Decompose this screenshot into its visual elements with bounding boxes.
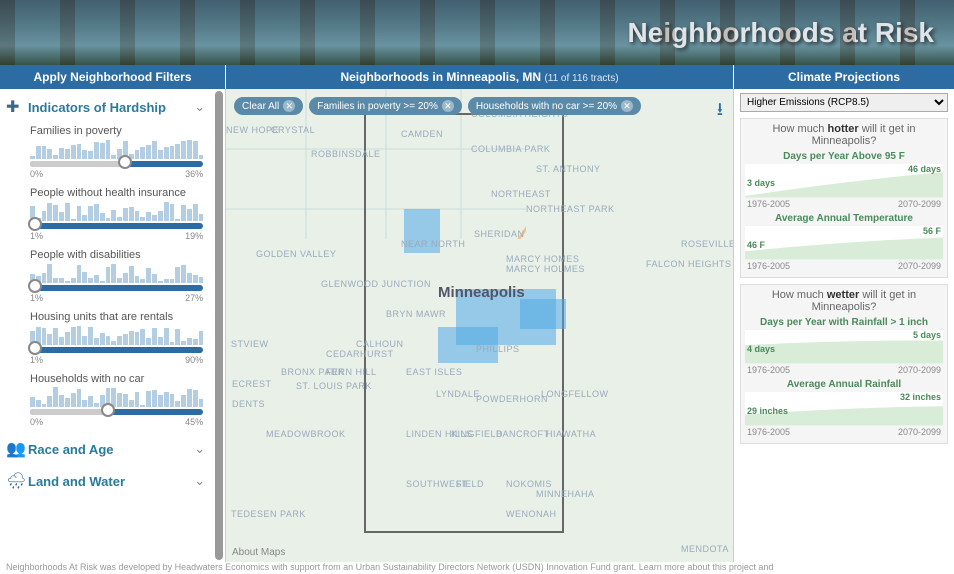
indicator-3: Housing units that are rentals 1% 90% <box>2 309 209 371</box>
chart-value-end: 32 inches <box>900 392 941 402</box>
slider-min: 0% <box>30 169 43 179</box>
section-hardship[interactable]: ✚ Indicators of Hardship ⌄ <box>2 91 209 123</box>
chart-title: Days per Year Above 95 F <box>745 151 943 162</box>
filter-pills: Clear All✕ Families in poverty >= 20%✕ H… <box>234 97 641 115</box>
close-icon: ✕ <box>442 100 454 112</box>
section-label: Race and Age <box>28 442 194 457</box>
map-header: Neighborhoods in Minneapolis, MN (11 of … <box>226 65 734 89</box>
chevron-down-icon: ⌄ <box>194 99 205 115</box>
filters-header: Apply Neighborhood Filters <box>0 65 226 89</box>
slider-handle[interactable] <box>28 341 42 355</box>
mini-chart: 3 days 46 days <box>745 164 943 198</box>
pill-nocar[interactable]: Households with no car >= 20%✕ <box>468 97 641 115</box>
slider[interactable] <box>30 285 203 291</box>
indicator-1: People without health insurance 1% 19% <box>2 185 209 247</box>
slider-max: 27% <box>185 293 203 303</box>
section-land-water[interactable]: 🌧 Land and Water ⌄ <box>2 465 209 497</box>
climate-header: Climate Projections <box>734 65 954 89</box>
mini-chart: 46 F 56 F <box>745 226 943 260</box>
chart-value-start: 3 days <box>747 178 775 188</box>
slider-handle[interactable] <box>28 279 42 293</box>
pill-clear-all[interactable]: Clear All✕ <box>234 97 303 115</box>
chart-value-start: 4 days <box>747 344 775 354</box>
slider[interactable] <box>30 409 203 415</box>
slider-max: 19% <box>185 231 203 241</box>
pill-poverty[interactable]: Families in poverty >= 20%✕ <box>309 97 462 115</box>
chart-value-end: 46 days <box>908 164 941 174</box>
indicator-0: Families in poverty 0% 36% <box>2 123 209 185</box>
indicator-label: Households with no car <box>30 373 203 385</box>
slider-min: 1% <box>30 355 43 365</box>
indicator-label: People with disabilities <box>30 249 203 261</box>
histogram <box>30 325 203 345</box>
chevron-down-icon: ⌄ <box>194 473 205 489</box>
people-icon: 👥 <box>6 439 28 459</box>
slider-max: 90% <box>185 355 203 365</box>
chart-axis-right: 2070-2099 <box>898 365 941 375</box>
indicator-2: People with disabilities 1% 27% <box>2 247 209 309</box>
chart-value-start: 46 F <box>747 240 765 250</box>
chevron-down-icon: ⌄ <box>194 441 205 457</box>
slider-max: 45% <box>185 417 203 427</box>
chart-axis-left: 1976-2005 <box>747 199 790 209</box>
indicator-label: People without health insurance <box>30 187 203 199</box>
climate-panel: Climate Projections Higher Emissions (RC… <box>734 65 954 562</box>
chart-title: Average Annual Rainfall <box>745 379 943 390</box>
histogram <box>30 263 203 283</box>
scrollbar[interactable] <box>215 91 223 560</box>
chart-axis-left: 1976-2005 <box>747 261 790 271</box>
indicator-label: Housing units that are rentals <box>30 311 203 323</box>
section-label: Indicators of Hardship <box>28 100 194 115</box>
slider-max: 36% <box>185 169 203 179</box>
slider-handle[interactable] <box>118 155 132 169</box>
chart-value-end: 5 days <box>913 330 941 340</box>
slider[interactable] <box>30 347 203 353</box>
chart-value-end: 56 F <box>923 226 941 236</box>
chart-axis-right: 2070-2099 <box>898 199 941 209</box>
chart-title: Days per Year with Rainfall > 1 inch <box>745 317 943 328</box>
slider-min: 1% <box>30 231 43 241</box>
indicator-4: Households with no car 0% 45% <box>2 371 209 433</box>
map-title: Neighborhoods in Minneapolis, MN <box>340 70 544 84</box>
header-banner: Neighborhoods at Risk <box>0 0 954 65</box>
map-canvas[interactable]: Minneapolis CREEKCAMDENCOLUMBIA PARKNORT… <box>226 89 734 562</box>
chart-axis-right: 2070-2099 <box>898 261 941 271</box>
slider[interactable] <box>30 161 203 167</box>
wetter-box: How much wetter will it get in Minneapol… <box>740 284 948 444</box>
map-panel: Neighborhoods in Minneapolis, MN (11 of … <box>226 65 734 562</box>
scenario-select[interactable]: Higher Emissions (RCP8.5) <box>740 93 948 112</box>
banner-photo-overlay <box>0 0 954 65</box>
map-tract-count: (11 of 116 tracts) <box>544 73 618 84</box>
section-label: Land and Water <box>28 474 194 489</box>
histogram <box>30 387 203 407</box>
slider-handle[interactable] <box>28 217 42 231</box>
mini-chart: 4 days 5 days <box>745 330 943 364</box>
section-race-age[interactable]: 👥 Race and Age ⌄ <box>2 433 209 465</box>
close-icon: ✕ <box>283 100 295 112</box>
chart-value-start: 29 inches <box>747 406 788 416</box>
chart-title: Average Annual Temperature <box>745 213 943 224</box>
slider[interactable] <box>30 223 203 229</box>
indicator-label: Families in poverty <box>30 125 203 137</box>
hotter-box: How much hotter will it get in Minneapol… <box>740 118 948 278</box>
chart-axis-right: 2070-2099 <box>898 427 941 437</box>
close-icon: ✕ <box>621 100 633 112</box>
plus-medical-icon: ✚ <box>6 97 28 117</box>
histogram <box>30 201 203 221</box>
wetter-question: How much wetter will it get in Minneapol… <box>745 289 943 313</box>
footer-text: Neighborhoods At Risk was developed by H… <box>0 562 954 574</box>
histogram <box>30 139 203 159</box>
filters-panel: Apply Neighborhood Filters ✚ Indicators … <box>0 65 226 562</box>
hotter-question: How much hotter will it get in Minneapol… <box>745 123 943 147</box>
chart-axis-left: 1976-2005 <box>747 365 790 375</box>
slider-min: 1% <box>30 293 43 303</box>
slider-min: 0% <box>30 417 43 427</box>
slider-handle[interactable] <box>101 403 115 417</box>
chart-axis-left: 1976-2005 <box>747 427 790 437</box>
download-icon[interactable]: ⭳ <box>717 97 723 127</box>
rain-cloud-icon: 🌧 <box>6 471 28 491</box>
mini-chart: 29 inches 32 inches <box>745 392 943 426</box>
about-maps-link[interactable]: About Maps <box>232 547 285 558</box>
